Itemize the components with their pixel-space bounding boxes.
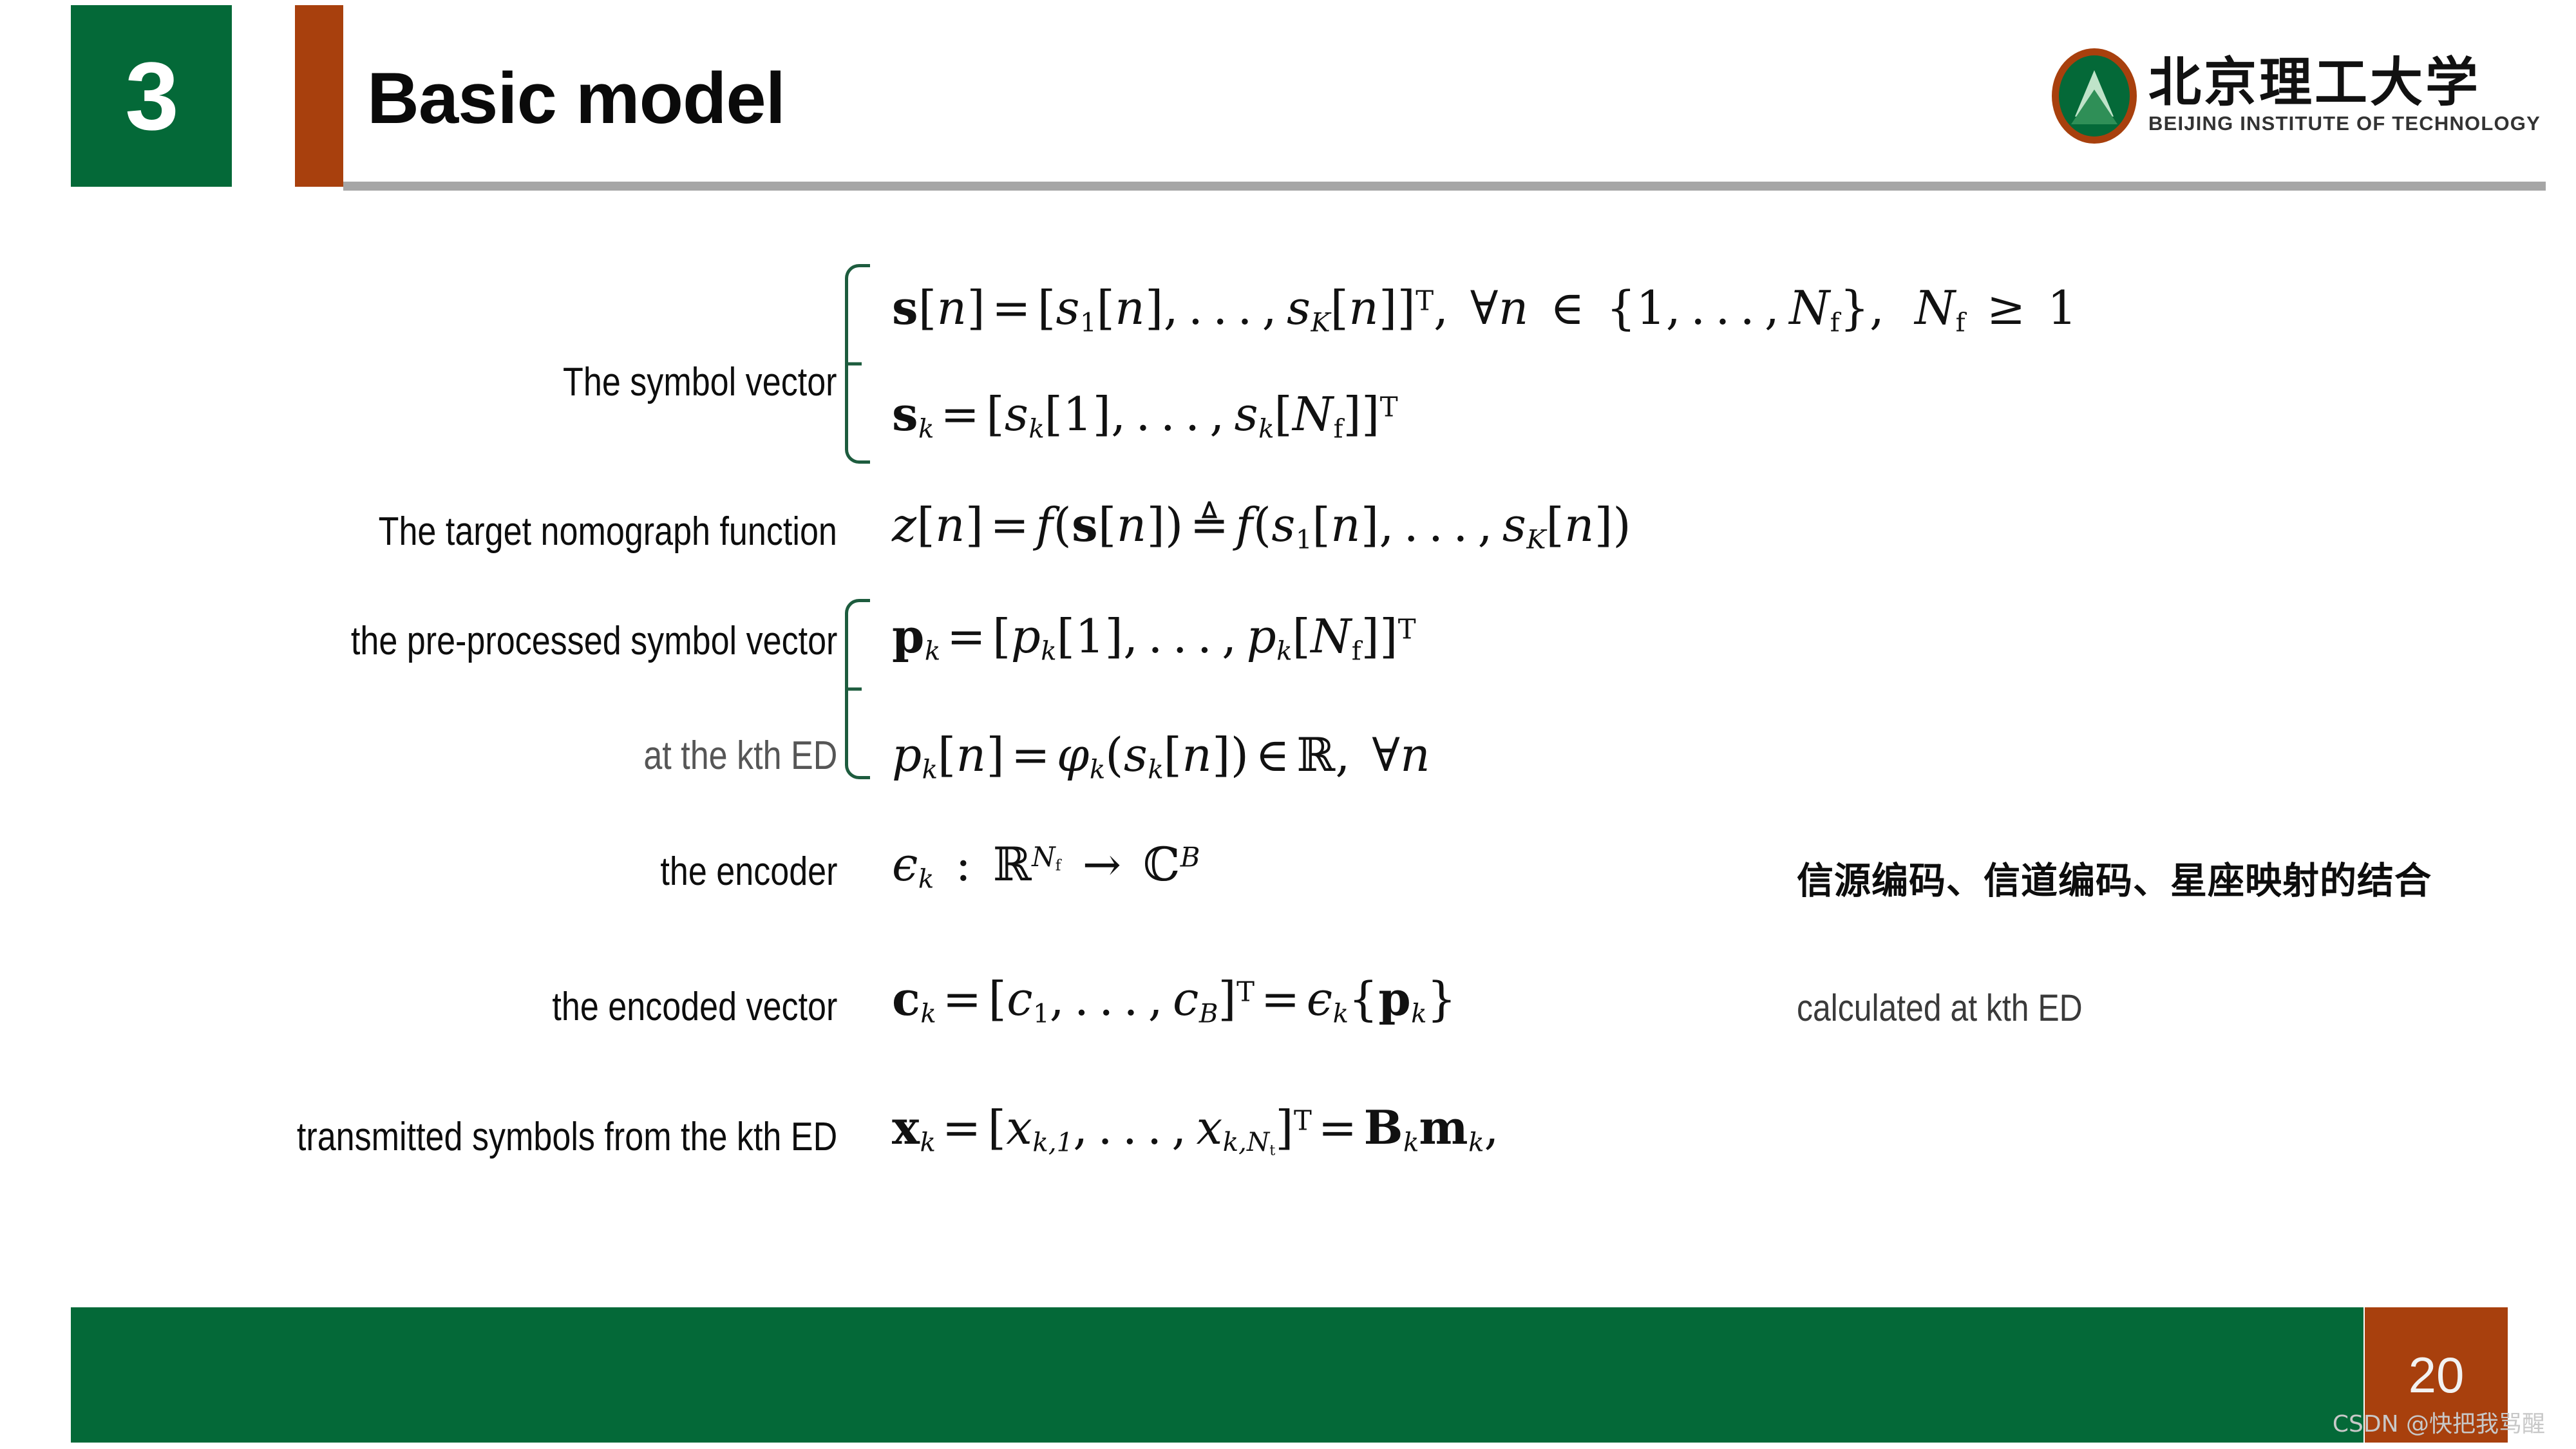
slide-header: 3 Basic model 北京理工大学 BEIJING INSTITUTE O… (0, 0, 2576, 193)
university-seal-icon (2051, 48, 2137, 144)
university-logo: 北京理工大学 BEIJING INSTITUTE OF TECHNOLOGY (2051, 48, 2541, 144)
row-label-encoded-vector: the encoded vector (552, 985, 837, 1029)
section-number: 3 (125, 42, 178, 150)
page-number: 20 (2408, 1346, 2465, 1403)
page-title: Basic model (367, 58, 786, 138)
row-label-symbol-vector: The symbol vector (563, 360, 837, 404)
slide-body: The symbol vector s[n] = [s1[n], . . . , s… (0, 193, 2576, 1282)
equation-s-n: s[n] = [s1[n], . . . , sK[n]]T, ∀n ∈ {1, .… (892, 280, 2078, 338)
equation-encoder: ϵk : ℝNf → ℂB (892, 837, 1200, 895)
slide-footer: 20 CSDN @快把我骂醒 (0, 1282, 2576, 1449)
note-calculated-at-kth-ed: calculated at kth ED (1797, 987, 2083, 1029)
row-label-nomograph-function: The target nomograph function (378, 509, 837, 554)
header-divider-rule (343, 182, 2546, 191)
section-number-badge: 3 (71, 5, 232, 187)
row-label-transmitted-symbols: transmitted symbols from the kth ED (296, 1115, 837, 1159)
row-label-encoder: the encoder (659, 849, 837, 894)
brace-symbol-vector (845, 264, 870, 464)
logo-name-cn: 北京理工大学 (2148, 52, 2481, 113)
equation-transmitted-symbols: xk = [xk,1, . . . , xk,Nt]T = Bkmk, (892, 1100, 1499, 1159)
equation-s-k: sk = [sk[1], . . . , sk[Nf]]T (892, 386, 1398, 444)
equation-z-n: z[n] = f(s[n]) ≜ f(s1[n], . . . , sK[n]) (892, 497, 1632, 555)
logo-text-block: 北京理工大学 BEIJING INSTITUTE OF TECHNOLOGY (2148, 57, 2541, 135)
row-label-at-kth-ed: at the kth ED (643, 734, 837, 778)
brace-preprocessed-symbol-vector (845, 599, 870, 779)
equation-p-k: pk = [pk[1], . . . , pk[Nf]]T (892, 609, 1416, 667)
equation-p-k-n: pk[n] = φk(sk[n]) ∈ ℝ, ∀n (892, 728, 1431, 785)
note-encoder-cn: 信源编码、信道编码、星座映射的结合 (1797, 860, 2432, 902)
csdn-watermark: CSDN @快把我骂醒 (2332, 1411, 2545, 1437)
equation-encoded-vector: ck = [c1, . . . , cB]T = ϵk{pk} (892, 971, 1457, 1029)
footer-band (71, 1307, 2363, 1443)
seal-tree-bottom-icon (2070, 89, 2117, 124)
logo-name-en: BEIJING INSTITUTE OF TECHNOLOGY (2148, 112, 2541, 135)
row-label-preprocessed-symbol-vector: the pre-processed symbol vector (350, 619, 837, 663)
header-accent-bar (295, 5, 343, 187)
